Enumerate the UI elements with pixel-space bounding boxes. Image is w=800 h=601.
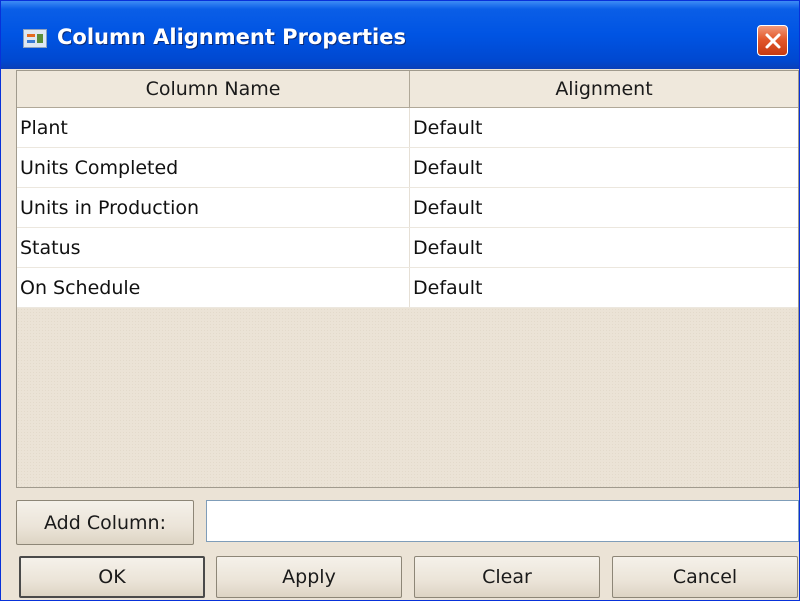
close-button[interactable] <box>757 25 788 56</box>
dialog-title: Column Alignment Properties <box>57 25 406 49</box>
table-row[interactable]: On Schedule Default <box>17 268 798 308</box>
alignment-cell[interactable]: Default <box>410 188 798 227</box>
table-body: Plant Default Units Completed Default Un… <box>17 108 798 308</box>
table-row[interactable]: Units in Production Default <box>17 188 798 228</box>
column-name-cell[interactable]: Units Completed <box>20 148 410 187</box>
column-name-header[interactable]: Column Name <box>17 71 410 107</box>
add-column-button[interactable]: Add Column: <box>16 500 194 545</box>
column-alignment-dialog: Column Alignment Properties Column Name … <box>0 0 800 601</box>
table-properties-icon <box>23 29 47 48</box>
alignment-header[interactable]: Alignment <box>410 71 798 107</box>
clear-button[interactable]: Clear <box>414 556 600 598</box>
alignment-cell[interactable]: Default <box>410 268 798 307</box>
table-header: Column Name Alignment <box>17 71 798 108</box>
apply-button[interactable]: Apply <box>216 556 402 598</box>
title-bar[interactable]: Column Alignment Properties <box>1 1 799 69</box>
close-icon <box>765 33 780 48</box>
column-name-cell[interactable]: On Schedule <box>20 268 410 307</box>
table-row[interactable]: Plant Default <box>17 108 798 148</box>
cancel-button[interactable]: Cancel <box>612 556 798 598</box>
column-name-cell[interactable]: Status <box>20 228 410 267</box>
add-column-input[interactable] <box>206 500 799 542</box>
alignment-cell[interactable]: Default <box>410 148 798 187</box>
column-alignment-table: Column Name Alignment Plant Default Unit… <box>16 70 799 488</box>
alignment-cell[interactable]: Default <box>410 108 798 147</box>
table-row[interactable]: Status Default <box>17 228 798 268</box>
alignment-cell[interactable]: Default <box>410 228 798 267</box>
column-name-cell[interactable]: Units in Production <box>20 188 410 227</box>
table-row[interactable]: Units Completed Default <box>17 148 798 188</box>
column-name-cell[interactable]: Plant <box>20 108 410 147</box>
ok-button[interactable]: OK <box>19 556 205 598</box>
